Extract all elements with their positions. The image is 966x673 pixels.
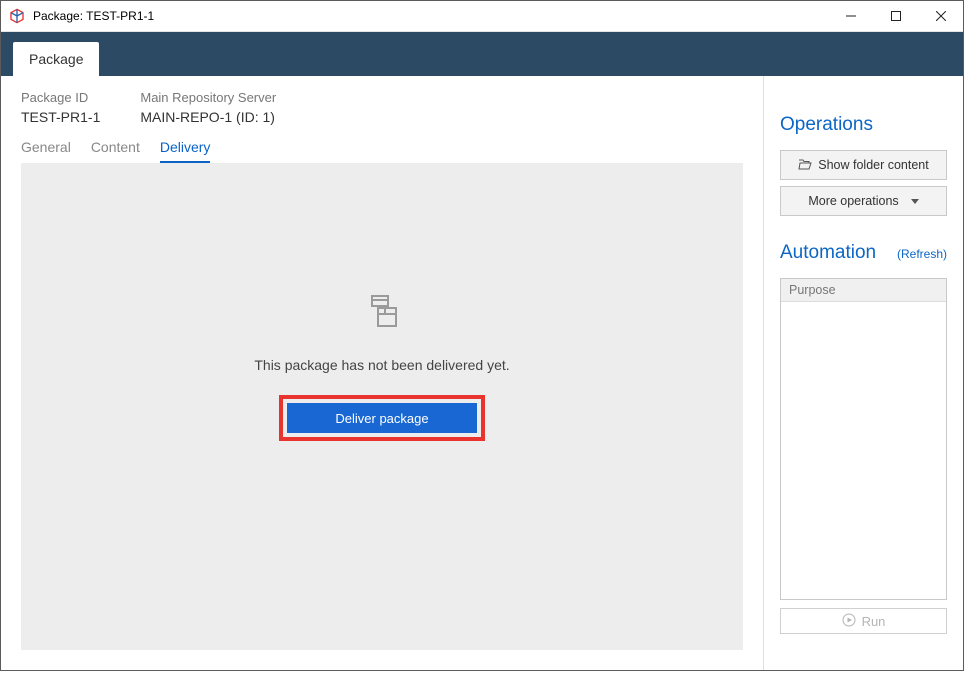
purpose-list: Purpose xyxy=(780,278,947,600)
prop-repo: Main Repository Server MAIN-REPO-1 (ID: … xyxy=(140,90,276,125)
play-circle-icon xyxy=(842,613,856,630)
close-button[interactable] xyxy=(918,2,963,31)
automation-header: Automation (Refresh) xyxy=(780,222,947,278)
prop-package-id: Package ID TEST-PR1-1 xyxy=(21,90,100,125)
purpose-column-header: Purpose xyxy=(781,279,946,302)
operations-title: Operations xyxy=(780,114,947,136)
show-folder-content-button[interactable]: Show folder content xyxy=(780,150,947,180)
minimize-button[interactable] xyxy=(828,2,873,31)
chevron-down-icon xyxy=(911,199,919,204)
run-button[interactable]: Run xyxy=(780,608,947,634)
property-row: Package ID TEST-PR1-1 Main Repository Se… xyxy=(21,90,743,125)
body: Package ID TEST-PR1-1 Main Repository Se… xyxy=(1,76,963,670)
tab-package[interactable]: Package xyxy=(13,42,99,76)
show-folder-label: Show folder content xyxy=(818,158,929,172)
titlebar-left: Package: TEST-PR1-1 xyxy=(1,8,154,24)
subtab-delivery[interactable]: Delivery xyxy=(160,139,211,163)
main: Package ID TEST-PR1-1 Main Repository Se… xyxy=(1,76,763,670)
delivery-empty-state: This package has not been delivered yet.… xyxy=(254,292,509,441)
folder-open-icon xyxy=(798,158,812,173)
delivery-empty-text: This package has not been delivered yet. xyxy=(254,357,509,373)
deliver-package-button[interactable]: Deliver package xyxy=(287,403,477,433)
window-controls xyxy=(828,2,963,31)
window: Package: TEST-PR1-1 Package Package ID T… xyxy=(0,0,964,671)
run-button-wrap: Run xyxy=(780,608,947,634)
more-operations-label: More operations xyxy=(808,194,898,208)
nav-strip: Package xyxy=(1,32,963,76)
prop-value: MAIN-REPO-1 (ID: 1) xyxy=(140,109,276,125)
subtab-general[interactable]: General xyxy=(21,139,71,163)
prop-label: Main Repository Server xyxy=(140,90,276,105)
refresh-link[interactable]: (Refresh) xyxy=(897,247,947,261)
package-outline-icon xyxy=(362,292,402,335)
more-operations-button[interactable]: More operations xyxy=(780,186,947,216)
window-title: Package: TEST-PR1-1 xyxy=(33,9,154,23)
side-panel: Operations Show folder content More oper… xyxy=(763,76,963,670)
delivery-panel: This package has not been delivered yet.… xyxy=(21,163,743,650)
subtab-content[interactable]: Content xyxy=(91,139,140,163)
automation-title: Automation xyxy=(780,242,876,264)
prop-label: Package ID xyxy=(21,90,100,105)
run-label: Run xyxy=(862,614,886,629)
subtabs: General Content Delivery xyxy=(21,139,743,163)
deliver-highlight: Deliver package xyxy=(279,395,485,441)
app-icon xyxy=(9,8,25,24)
maximize-button[interactable] xyxy=(873,2,918,31)
prop-value: TEST-PR1-1 xyxy=(21,109,100,125)
titlebar: Package: TEST-PR1-1 xyxy=(1,1,963,32)
